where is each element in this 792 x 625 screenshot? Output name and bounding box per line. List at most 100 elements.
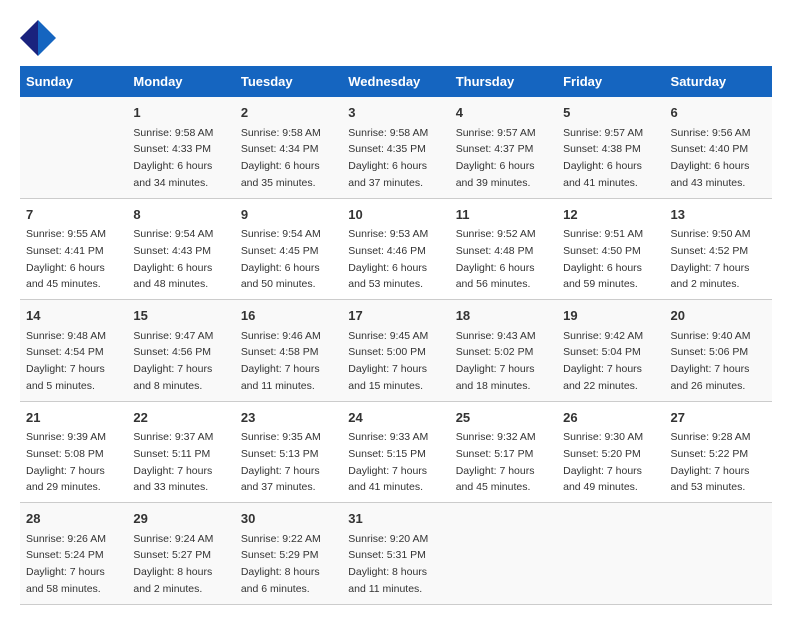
day-number: 20 — [671, 306, 766, 326]
calendar-cell: 19Sunrise: 9:42 AMSunset: 5:04 PMDayligh… — [557, 300, 664, 402]
daylight-info: Daylight: 7 hours and 11 minutes. — [241, 363, 320, 392]
daylight-info: Daylight: 7 hours and 45 minutes. — [456, 465, 535, 494]
day-number: 12 — [563, 205, 658, 225]
calendar-cell: 29Sunrise: 9:24 AMSunset: 5:27 PMDayligh… — [127, 503, 234, 605]
sunrise-info: Sunrise: 9:42 AM — [563, 330, 643, 342]
sunset-info: Sunset: 4:54 PM — [26, 346, 104, 358]
calendar-cell: 6Sunrise: 9:56 AMSunset: 4:40 PMDaylight… — [665, 97, 772, 198]
sunrise-info: Sunrise: 9:53 AM — [348, 228, 428, 240]
sunset-info: Sunset: 4:48 PM — [456, 245, 534, 257]
day-number: 19 — [563, 306, 658, 326]
weekday-header: Saturday — [665, 66, 772, 97]
daylight-info: Daylight: 6 hours and 34 minutes. — [133, 160, 212, 189]
day-number: 14 — [26, 306, 121, 326]
daylight-info: Daylight: 6 hours and 43 minutes. — [671, 160, 750, 189]
calendar-cell: 28Sunrise: 9:26 AMSunset: 5:24 PMDayligh… — [20, 503, 127, 605]
sunrise-info: Sunrise: 9:58 AM — [348, 127, 428, 139]
day-number: 10 — [348, 205, 443, 225]
day-number: 8 — [133, 205, 228, 225]
sunrise-info: Sunrise: 9:37 AM — [133, 431, 213, 443]
calendar-body: 1 Sunrise: 9:58 AM Sunset: 4:33 PM Daylight… — [20, 97, 772, 604]
sunset-info: Sunset: 4:46 PM — [348, 245, 426, 257]
sunset-info: Sunset: 4:37 PM — [456, 143, 534, 155]
sunrise-info: Sunrise: 9:46 AM — [241, 330, 321, 342]
sunrise-info: Sunrise: 9:47 AM — [133, 330, 213, 342]
sunrise-info: Sunrise: 9:54 AM — [133, 228, 213, 240]
sunset-info: Sunset: 5:08 PM — [26, 448, 104, 460]
day-number: 1 — [133, 103, 228, 123]
sunrise-info: Sunrise: 9:50 AM — [671, 228, 751, 240]
sunset-info: Sunset: 5:13 PM — [241, 448, 319, 460]
calendar-cell: 18 Sunrise: 9:43 AM Sunset: 5:02 PM Dayligh… — [450, 300, 557, 402]
weekday-header: Tuesday — [235, 66, 342, 97]
calendar-cell: 16Sunrise: 9:46 AMSunset: 4:58 PMDayligh… — [235, 300, 342, 402]
calendar-cell: 7Sunrise: 9:55 AMSunset: 4:41 PMDaylight… — [20, 198, 127, 300]
weekday-header: Friday — [557, 66, 664, 97]
calendar-week-row: 14 Sunrise: 9:48 AM Sunset: 4:54 PM Dayligh… — [20, 300, 772, 402]
day-number: 17 — [348, 306, 443, 326]
sunrise-info: Sunrise: 9:54 AM — [241, 228, 321, 240]
calendar-cell: 10Sunrise: 9:53 AMSunset: 4:46 PMDayligh… — [342, 198, 449, 300]
day-number: 4 — [456, 103, 551, 123]
calendar-cell: 25Sunrise: 9:32 AMSunset: 5:17 PMDayligh… — [450, 401, 557, 503]
weekday-header: Sunday — [20, 66, 127, 97]
calendar-cell: 4Sunrise: 9:57 AMSunset: 4:37 PMDaylight… — [450, 97, 557, 198]
daylight-info: Daylight: 6 hours and 50 minutes. — [241, 262, 320, 291]
calendar-cell: 17Sunrise: 9:45 AMSunset: 5:00 PMDayligh… — [342, 300, 449, 402]
day-number: 27 — [671, 408, 766, 428]
day-number: 25 — [456, 408, 551, 428]
sunset-info: Sunset: 4:33 PM — [133, 143, 211, 155]
logo — [20, 20, 62, 56]
calendar-cell: 30 Sunrise: 9:22 AM Sunset: 5:29 PM Dayligh… — [235, 503, 342, 605]
sunset-info: Sunset: 4:50 PM — [563, 245, 641, 257]
sunset-info: Sunset: 4:38 PM — [563, 143, 641, 155]
day-number: 7 — [26, 205, 121, 225]
sunrise-info: Sunrise: 9:48 AM — [26, 330, 106, 342]
calendar-cell — [450, 503, 557, 605]
calendar-cell: 2Sunrise: 9:58 AMSunset: 4:34 PMDaylight… — [235, 97, 342, 198]
daylight-info: Daylight: 6 hours and 41 minutes. — [563, 160, 642, 189]
day-number: 2 — [241, 103, 336, 123]
calendar-cell: 12Sunrise: 9:51 AMSunset: 4:50 PMDayligh… — [557, 198, 664, 300]
calendar-table: SundayMondayTuesdayWednesdayThursdayFrid… — [20, 66, 772, 605]
day-number: 18 — [456, 306, 551, 326]
page-header — [20, 20, 772, 56]
sunset-info: Sunset: 5:29 PM — [241, 549, 319, 561]
sunrise-info: Sunrise: 9:45 AM — [348, 330, 428, 342]
daylight-info: Daylight: 7 hours and 33 minutes. — [133, 465, 212, 494]
calendar-week-row: 1 Sunrise: 9:58 AM Sunset: 4:33 PM Daylight… — [20, 97, 772, 198]
day-number: 30 — [241, 509, 336, 529]
calendar-header: SundayMondayTuesdayWednesdayThursdayFrid… — [20, 66, 772, 97]
sunset-info: Sunset: 5:17 PM — [456, 448, 534, 460]
day-number: 6 — [671, 103, 766, 123]
daylight-info: Daylight: 7 hours and 58 minutes. — [26, 566, 105, 595]
sunset-info: Sunset: 5:11 PM — [133, 448, 210, 460]
sunset-info: Sunset: 5:20 PM — [563, 448, 641, 460]
sunset-info: Sunset: 4:35 PM — [348, 143, 426, 155]
daylight-info: Daylight: 7 hours and 49 minutes. — [563, 465, 642, 494]
sunset-info: Sunset: 4:58 PM — [241, 346, 319, 358]
daylight-info: Daylight: 8 hours and 6 minutes. — [241, 566, 320, 595]
daylight-info: Daylight: 6 hours and 37 minutes. — [348, 160, 427, 189]
day-number: 11 — [456, 205, 551, 225]
sunrise-info: Sunrise: 9:56 AM — [671, 127, 751, 139]
day-number: 24 — [348, 408, 443, 428]
daylight-info: Daylight: 8 hours and 11 minutes. — [348, 566, 427, 595]
daylight-info: Daylight: 6 hours and 48 minutes. — [133, 262, 212, 291]
calendar-cell: 21Sunrise: 9:39 AMSunset: 5:08 PMDayligh… — [20, 401, 127, 503]
weekday-row: SundayMondayTuesdayWednesdayThursdayFrid… — [20, 66, 772, 97]
sunset-info: Sunset: 5:02 PM — [456, 346, 534, 358]
calendar-cell: 8Sunrise: 9:54 AMSunset: 4:43 PMDaylight… — [127, 198, 234, 300]
sunset-info: Sunset: 5:22 PM — [671, 448, 749, 460]
daylight-info: Daylight: 7 hours and 41 minutes. — [348, 465, 427, 494]
day-number: 23 — [241, 408, 336, 428]
daylight-info: Daylight: 6 hours and 56 minutes. — [456, 262, 535, 291]
sunrise-info: Sunrise: 9:43 AM — [456, 330, 536, 342]
sunset-info: Sunset: 4:34 PM — [241, 143, 319, 155]
day-number: 31 — [348, 509, 443, 529]
sunset-info: Sunset: 4:45 PM — [241, 245, 319, 257]
daylight-info: Daylight: 7 hours and 2 minutes. — [671, 262, 750, 291]
daylight-info: Daylight: 7 hours and 18 minutes. — [456, 363, 535, 392]
sunrise-info: Sunrise: 9:22 AM — [241, 533, 321, 545]
day-number: 21 — [26, 408, 121, 428]
